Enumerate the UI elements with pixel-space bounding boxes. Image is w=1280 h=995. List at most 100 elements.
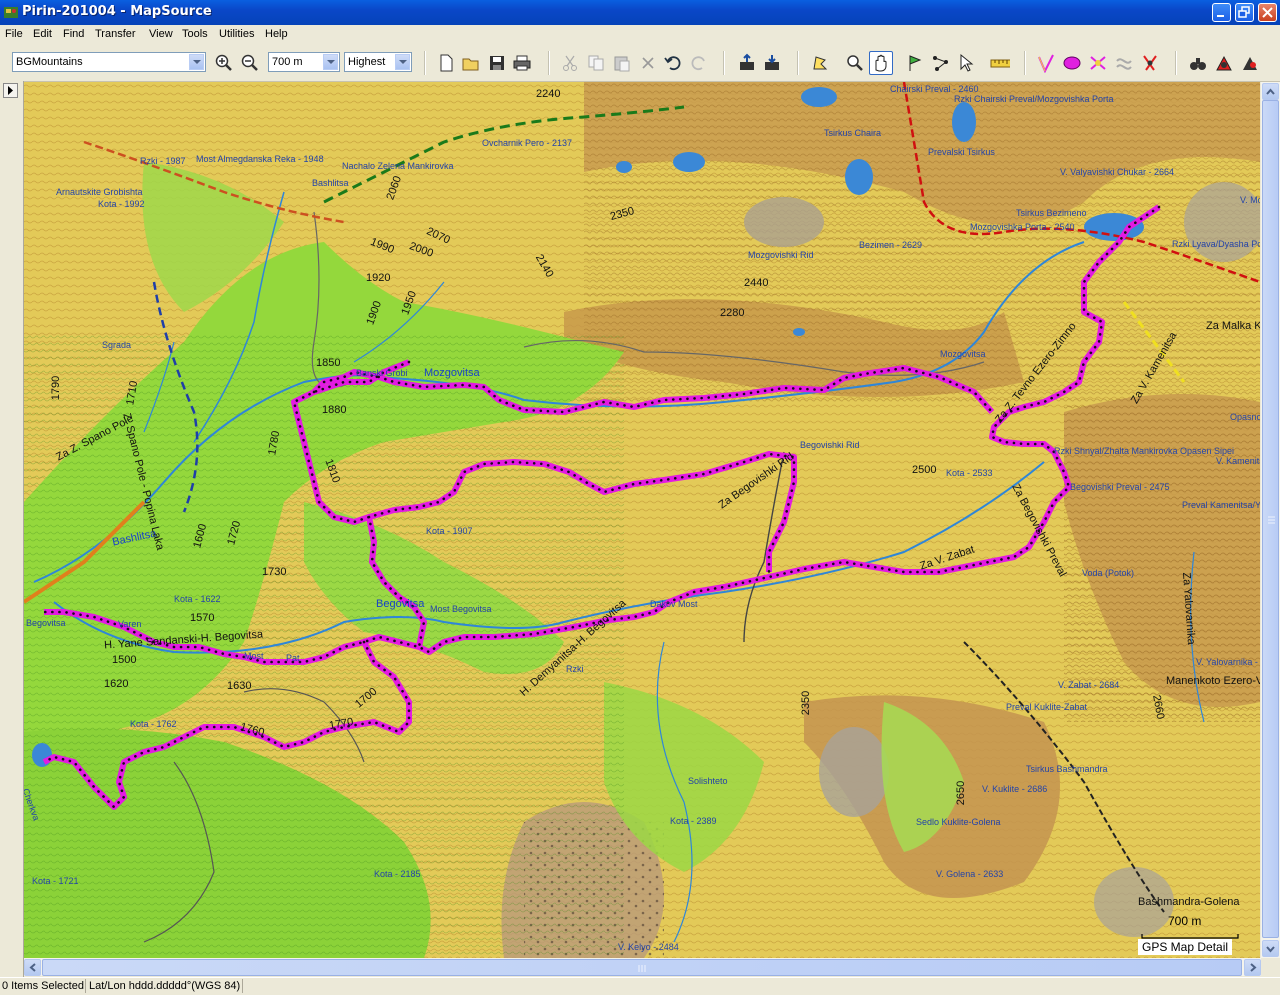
zoom-out-icon[interactable] — [240, 53, 260, 73]
poi-label[interactable]: Rzki Chairski Preval/Mozgovishka Porta — [954, 94, 1114, 104]
map-select-icon[interactable] — [1062, 53, 1082, 73]
vertical-scroll-thumb[interactable] — [1262, 100, 1279, 938]
send-to-device-icon[interactable] — [762, 53, 782, 73]
menu-view[interactable]: View — [149, 28, 173, 40]
detail-level-select[interactable]: Highest — [344, 52, 412, 72]
scroll-down-button[interactable] — [1262, 940, 1279, 957]
waypoint-tool-icon[interactable] — [905, 53, 925, 73]
poi-label[interactable]: Rzki Lyava/Dyasha Porta — [1172, 239, 1260, 249]
restore-button[interactable] — [1235, 3, 1254, 22]
save-icon[interactable] — [487, 53, 507, 73]
poi-label[interactable]: V. Mo — [1240, 195, 1260, 205]
menu-utilities[interactable]: Utilities — [219, 28, 254, 40]
zoom-tool-icon[interactable] — [845, 53, 865, 73]
poi-label[interactable]: Pat — [286, 653, 300, 663]
poi-label[interactable]: Kota - 2533 — [946, 468, 993, 478]
poi-label[interactable]: Kota - 1721 — [32, 876, 79, 886]
poi-label[interactable]: Rzki — [566, 664, 584, 674]
poi-label[interactable]: Sgrada — [102, 340, 131, 350]
vertical-scrollbar[interactable] — [1261, 82, 1280, 958]
place-mozgovitsa[interactable]: Mozgovitsa — [424, 367, 480, 379]
new-file-icon[interactable] — [436, 53, 456, 73]
print-icon[interactable] — [512, 53, 532, 73]
open-folder-icon[interactable] — [461, 53, 481, 73]
divide-track-icon[interactable] — [1114, 53, 1134, 73]
poi-label[interactable]: Chairski Preval - 2460 — [890, 84, 979, 94]
scroll-up-button[interactable] — [1262, 83, 1279, 100]
poi-label[interactable]: Begovishki Preval - 2475 — [1070, 482, 1170, 492]
find-places-icon[interactable] — [1214, 53, 1234, 73]
map-tool-icon[interactable] — [810, 53, 830, 73]
join-track-icon[interactable] — [1140, 53, 1160, 73]
scroll-left-button[interactable] — [24, 959, 41, 976]
find-binoculars-icon[interactable] — [1188, 53, 1208, 73]
track-tool-icon[interactable] — [1036, 53, 1056, 73]
poi-label[interactable]: Preval Kuklite-Zabat — [1006, 702, 1087, 712]
poi-label[interactable]: Most Begovitsa — [430, 604, 492, 614]
menu-find[interactable]: Find — [63, 28, 84, 40]
poi-label[interactable]: Ovcharnik Pero - 2137 — [482, 138, 572, 148]
poi-label[interactable]: Preval Kamenitsa/Yalovarnika — [1182, 500, 1260, 510]
poi-label[interactable]: Nachalo Zelena Mankirovka — [342, 161, 454, 171]
poi-label[interactable]: Manenkoto Ezero-V. — [1166, 675, 1260, 687]
poi-label[interactable]: V. Yalovarnika - 2763 — [1196, 657, 1260, 667]
menu-file[interactable]: File — [5, 28, 23, 40]
map-view[interactable]: Mozgovitsa Begovitsa Bashlitsa Za Z. Spa… — [24, 82, 1260, 958]
poi-label[interactable]: Most — [244, 651, 264, 661]
scroll-right-button[interactable] — [1244, 959, 1261, 976]
poi-label[interactable]: Kota - 1762 — [130, 719, 177, 729]
zoom-scale-select[interactable]: 700 m — [268, 52, 340, 72]
find-nearest-icon[interactable] — [1240, 53, 1260, 73]
selection-tool-icon[interactable] — [956, 53, 976, 73]
cut-icon[interactable] — [560, 53, 580, 73]
hand-tool-button[interactable] — [869, 51, 893, 75]
poi-label[interactable]: V. Golena - 2633 — [936, 869, 1003, 879]
poi-label[interactable]: Bashlitsa — [312, 178, 349, 188]
poi-label[interactable]: Mozgovishka Porta - 2540 — [970, 222, 1075, 232]
poi-label[interactable]: Bashmandra-Golena — [1138, 896, 1240, 908]
poi-label[interactable]: Tsirkus Bezimeno — [1016, 208, 1087, 218]
poi-label[interactable]: Begovitsa — [26, 618, 66, 628]
poi-label[interactable]: Tsirkus Bashmandra — [1026, 764, 1108, 774]
poi-label[interactable]: V. Kelyo - 2484 — [618, 942, 679, 952]
poi-label[interactable]: Solishteto — [688, 776, 728, 786]
receive-from-device-icon[interactable] — [737, 53, 757, 73]
poi-label[interactable]: V. Zabat - 2684 — [1058, 680, 1119, 690]
menu-tools[interactable]: Tools — [182, 28, 208, 40]
close-button[interactable] — [1258, 3, 1277, 22]
poi-label[interactable]: Opasen Sipei — [1180, 446, 1234, 456]
undo-icon[interactable] — [663, 53, 683, 73]
poi-label[interactable]: Banski Grobi — [356, 368, 408, 378]
erase-track-icon[interactable] — [1088, 53, 1108, 73]
poi-label[interactable]: Mozgovishki Rid — [748, 250, 814, 260]
copy-icon[interactable] — [586, 53, 606, 73]
redo-icon[interactable] — [689, 53, 709, 73]
expand-panel-button[interactable] — [3, 83, 18, 98]
poi-label[interactable]: Bezimen - 2629 — [859, 240, 922, 250]
minimize-button[interactable] — [1212, 3, 1231, 22]
poi-label[interactable]: Prevalski Tsirkus — [928, 147, 995, 157]
paste-icon[interactable] — [612, 53, 632, 73]
poi-label[interactable]: Rzki - 1987 — [140, 156, 186, 166]
poi-label[interactable]: Kota - 2389 — [670, 816, 717, 826]
poi-label[interactable]: Dakov Most — [650, 599, 698, 609]
zoom-in-icon[interactable] — [214, 53, 234, 73]
poi-label[interactable]: V. Valyavishki Chukar - 2664 — [1060, 167, 1174, 177]
poi-label[interactable]: Tsirkus Chaira — [824, 128, 881, 138]
poi-label[interactable]: Varen — [118, 619, 141, 629]
poi-label[interactable]: Mozgovitsa — [940, 349, 986, 359]
menu-edit[interactable]: Edit — [33, 28, 52, 40]
poi-label[interactable]: Kota - 1622 — [174, 594, 221, 604]
poi-label[interactable]: Rzki Shnyal/Zhalta Mankirovka — [1054, 446, 1178, 456]
menu-help[interactable]: Help — [265, 28, 288, 40]
poi-label[interactable]: Kota - 2185 — [374, 869, 421, 879]
poi-label[interactable]: Kota - 1992 — [98, 199, 145, 209]
map-product-select[interactable]: BGMountains — [12, 52, 206, 72]
poi-label[interactable]: Most Almegdanska Reka - 1948 — [196, 154, 324, 164]
poi-label[interactable]: V. Kamenitsa — [1216, 456, 1260, 466]
delete-icon[interactable] — [638, 53, 658, 73]
poi-label[interactable]: Kota - 1907 — [426, 526, 473, 536]
poi-label[interactable]: V. Kuklite - 2686 — [982, 784, 1047, 794]
place-begovitsa[interactable]: Begovitsa — [376, 598, 424, 610]
route-tool-icon[interactable] — [931, 53, 951, 73]
